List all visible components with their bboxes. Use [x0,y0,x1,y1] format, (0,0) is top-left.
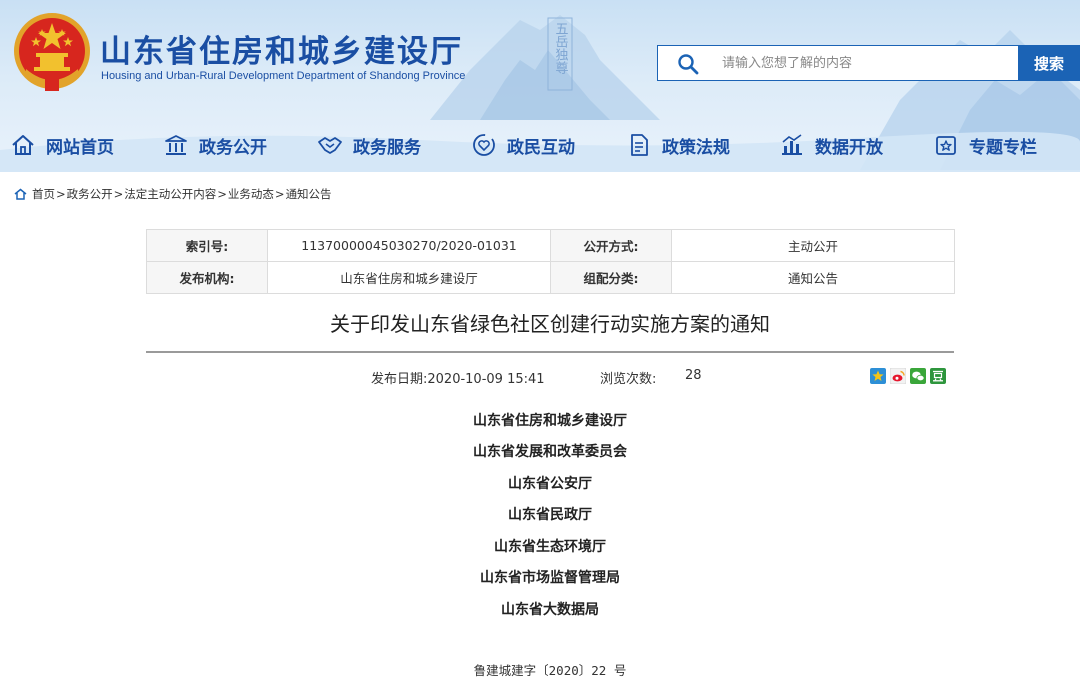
category-label: 组配分类: [550,261,672,294]
table-row: 发布机构: 山东省住房和城乡建设厅 组配分类: 通知公告 [146,261,955,294]
view-count-label: 浏览次数: [600,372,657,387]
heart-interaction-icon [473,134,495,156]
publisher-label: 发布机构: [146,261,268,294]
douban-icon[interactable] [930,368,946,384]
site-title: 山东省住房和城乡建设厅 [100,34,463,70]
bar-chart-icon [782,134,802,155]
nav-item-government-affairs[interactable]: 政务公开 [163,125,267,165]
view-count: 浏览次数: [600,368,657,387]
document-info-table: 索引号: 11370000045030270/2020-01031 公开方式: … [146,229,955,294]
nav-item-home[interactable]: 网站首页 [10,125,114,165]
index-number-value: 11370000045030270/2020-01031 [267,229,551,262]
issuing-org: 山东省大数据局 [501,602,599,618]
article-title: 关于印发山东省绿色社区创建行动实施方案的通知 [330,312,770,336]
breadcrumb-link-home[interactable]: 首页 [32,186,55,202]
breadcrumb-link-government-affairs[interactable]: 政务公开 [67,186,113,202]
qzone-icon[interactable] [870,368,886,384]
nav-label: 政务公开 [199,137,267,158]
view-count-value: 28 [685,368,702,383]
breadcrumb-separator: > [113,187,124,201]
title-divider [146,351,954,353]
policy-document-icon [631,134,648,156]
nav-item-policies[interactable]: 政策法规 [626,125,730,165]
topic-folder-icon [936,136,956,155]
issuing-org: 山东省公安厅 [508,476,592,492]
breadcrumb-link-statutory-disclosure[interactable]: 法定主动公开内容 [124,186,216,202]
nav-label: 政策法规 [662,137,730,158]
category-value: 通知公告 [671,261,955,294]
main-nav: 网站首页 政务公开 政务服务 政民互动 政策法规 数据开放 专题专栏 [0,125,1080,165]
site-subtitle: Housing and Urban-Rural Development Depa… [101,70,466,82]
home-icon [12,135,34,155]
breadcrumb-separator: > [217,187,227,201]
publish-date-label: 发布日期: [371,372,428,387]
document-number: 鲁建城建字〔2020〕22 号 [473,663,627,678]
publish-date-value: 2020-10-09 15:41 [427,372,545,387]
issuing-org: 山东省住房和城乡建设厅 [473,413,627,429]
handshake-icon [318,137,342,154]
breadcrumb-link-notices[interactable]: 通知公告 [286,186,332,202]
breadcrumb: 首页 > 政务公开 > 法定主动公开内容 > 业务动态 > 通知公告 [14,185,332,203]
breadcrumb-separator: > [56,187,66,201]
national-emblem-icon [14,13,90,91]
search-input[interactable] [722,46,1012,80]
publish-date: 发布日期:2020-10-09 15:41 [371,368,545,387]
government-building-icon [165,135,187,155]
issuing-org: 山东省市场监督管理局 [480,570,620,586]
search-icon [678,54,699,75]
disclosure-mode-value: 主动公开 [671,229,955,262]
nav-label: 政民互动 [507,137,575,158]
share-bar [870,368,950,385]
site-header: 五岳独尊 山东省住房和城乡建设厅 Housing and Urban-Rural… [0,0,1080,172]
index-number-label: 索引号: [146,229,268,262]
search-box [657,45,1018,81]
nav-item-open-data[interactable]: 数据开放 [779,125,883,165]
nav-label: 数据开放 [815,137,883,158]
issuing-org: 山东省发展和改革委员会 [473,444,627,460]
search-button[interactable]: 搜索 [1018,45,1080,81]
nav-item-government-services[interactable]: 政务服务 [317,125,421,165]
issuing-org: 山东省生态环境厅 [494,539,606,555]
seal-text: 五岳独尊 [553,22,569,74]
weibo-icon[interactable] [890,368,906,384]
wechat-icon[interactable] [910,368,926,384]
nav-label: 网站首页 [46,137,114,158]
home-icon [14,188,27,200]
publisher-value: 山东省住房和城乡建设厅 [267,261,551,294]
disclosure-mode-label: 公开方式: [550,229,672,262]
breadcrumb-separator: > [274,187,285,201]
nav-item-special-topics[interactable]: 专题专栏 [933,125,1037,165]
table-row: 索引号: 11370000045030270/2020-01031 公开方式: … [146,229,955,262]
issuing-org: 山东省民政厅 [508,507,592,523]
nav-label: 政务服务 [353,137,421,158]
breadcrumb-link-business-news[interactable]: 业务动态 [228,186,274,202]
nav-item-public-interaction[interactable]: 政民互动 [471,125,575,165]
nav-label: 专题专栏 [969,137,1037,158]
